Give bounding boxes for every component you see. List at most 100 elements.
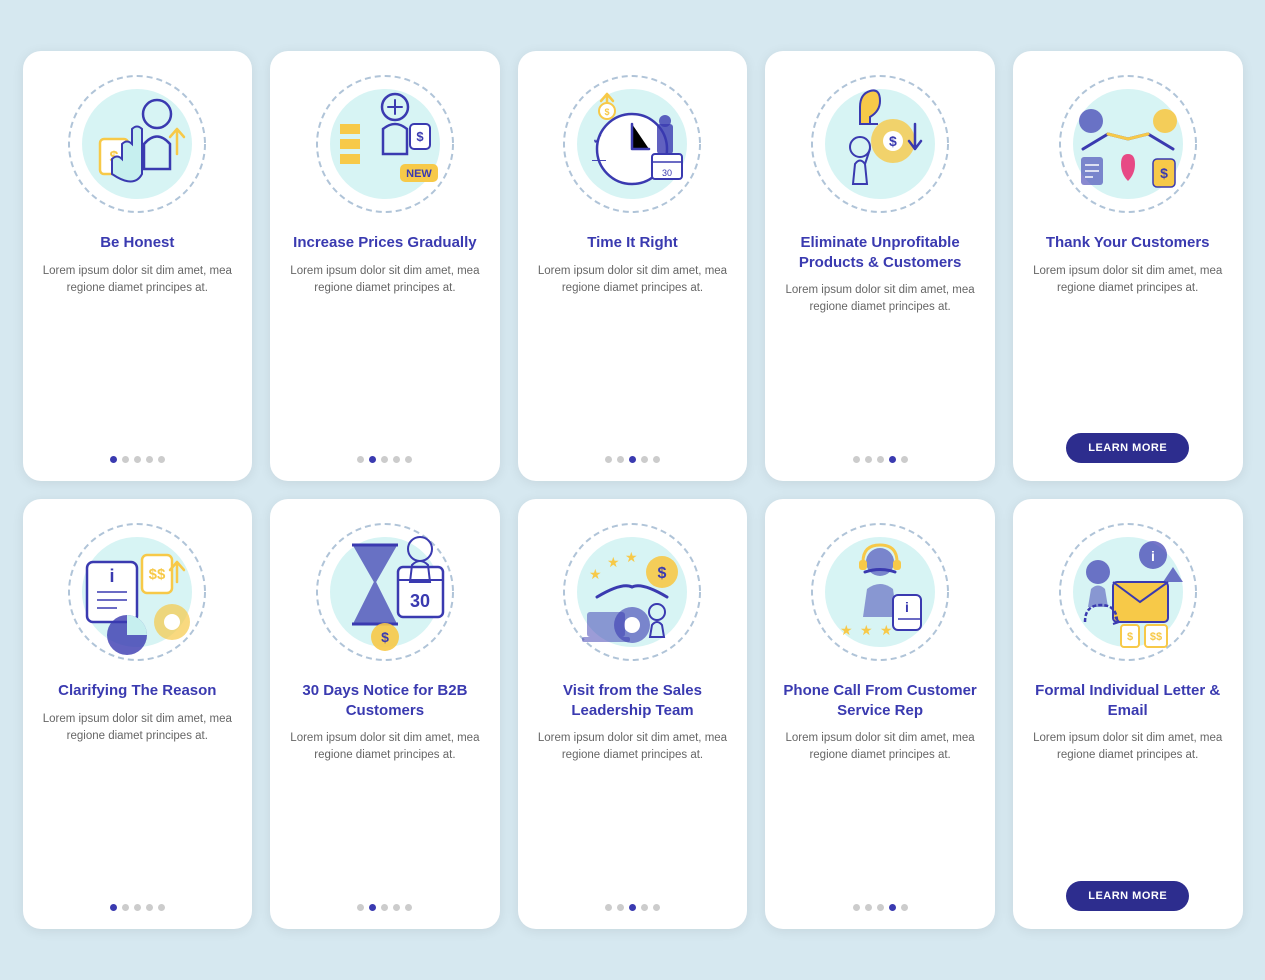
dot-2[interactable] xyxy=(865,456,872,463)
card-dots-30-days-notice xyxy=(357,904,412,911)
dot-3[interactable] xyxy=(629,456,636,463)
svg-text:$: $ xyxy=(605,107,610,117)
card-title-be-honest: Be Honest xyxy=(100,233,174,253)
dot-4[interactable] xyxy=(641,904,648,911)
dot-2[interactable] xyxy=(617,456,624,463)
card-be-honest: $ Be Honest Lorem ipsum dolor sit dim ame… xyxy=(23,51,253,481)
dot-4[interactable] xyxy=(146,456,153,463)
dot-1[interactable] xyxy=(853,456,860,463)
card-body-clarifying-reason: Lorem ipsum dolor sit dim amet, mea regi… xyxy=(37,711,239,893)
dot-2[interactable] xyxy=(369,904,376,911)
svg-text:★: ★ xyxy=(625,549,638,565)
dot-2[interactable] xyxy=(369,456,376,463)
card-formal-letter: i $ $$ Formal Individual Letter & EmailL… xyxy=(1013,499,1243,929)
svg-text:30: 30 xyxy=(410,591,430,611)
dot-5[interactable] xyxy=(653,904,660,911)
card-thank-customers: $ Thank Your Customers Lorem ipsum dolor … xyxy=(1013,51,1243,481)
dot-5[interactable] xyxy=(158,456,165,463)
card-title-thank-customers: Thank Your Customers xyxy=(1046,233,1210,253)
dot-4[interactable] xyxy=(393,456,400,463)
card-dots-clarifying-reason xyxy=(110,904,165,911)
card-body-formal-letter: Lorem ipsum dolor sit dim amet, mea regi… xyxy=(1027,730,1229,869)
dot-1[interactable] xyxy=(853,904,860,911)
dot-1[interactable] xyxy=(357,904,364,911)
card-visit-sales: ★ ★ ★ $ Visit from the Sales Leadership … xyxy=(518,499,748,929)
card-illustration-thank-customers: $ xyxy=(1053,69,1203,219)
dot-3[interactable] xyxy=(134,904,141,911)
card-illustration-visit-sales: ★ ★ ★ $ xyxy=(557,517,707,667)
dot-3[interactable] xyxy=(134,456,141,463)
dot-1[interactable] xyxy=(357,456,364,463)
card-increase-prices: $ NEW Increase Prices GraduallyLorem ips… xyxy=(270,51,500,481)
svg-text:$: $ xyxy=(658,565,667,582)
dot-4[interactable] xyxy=(889,456,896,463)
card-body-time-it-right: Lorem ipsum dolor sit dim amet, mea regi… xyxy=(532,263,734,445)
card-title-30-days-notice: 30 Days Notice for B2B Customers xyxy=(284,681,486,720)
dot-5[interactable] xyxy=(901,456,908,463)
card-body-be-honest: Lorem ipsum dolor sit dim amet, mea regi… xyxy=(37,263,239,445)
svg-text:i: i xyxy=(1151,548,1155,564)
svg-text:$: $ xyxy=(1160,165,1168,181)
dot-3[interactable] xyxy=(629,904,636,911)
card-illustration-increase-prices: $ NEW xyxy=(310,69,460,219)
card-phone-call: i ★ ★ ★ Phone Call From Customer Service… xyxy=(765,499,995,929)
dot-5[interactable] xyxy=(405,904,412,911)
card-dots-increase-prices xyxy=(357,456,412,463)
card-clarifying-reason: i $$ Clarifying The ReasonLorem ipsum do… xyxy=(23,499,253,929)
card-30-days-notice: 30 $ 30 Days Notice for B2B CustomersLor… xyxy=(270,499,500,929)
dot-5[interactable] xyxy=(158,904,165,911)
svg-text:$: $ xyxy=(1127,631,1133,643)
card-illustration-formal-letter: i $ $$ xyxy=(1053,517,1203,667)
dot-1[interactable] xyxy=(110,904,117,911)
svg-text:$$: $$ xyxy=(1150,631,1162,643)
dot-5[interactable] xyxy=(901,904,908,911)
dot-1[interactable] xyxy=(110,456,117,463)
card-time-it-right: $ 30 ✓ — Time It RightLorem ipsum dolor … xyxy=(518,51,748,481)
card-title-eliminate-unprofitable: Eliminate Unprofitable Products & Custom… xyxy=(779,233,981,272)
dot-1[interactable] xyxy=(605,904,612,911)
card-illustration-time-it-right: $ 30 ✓ — xyxy=(557,69,707,219)
dot-2[interactable] xyxy=(122,904,129,911)
card-illustration-be-honest: $ xyxy=(62,69,212,219)
learn-more-button-formal-letter[interactable]: LEARN MORE xyxy=(1066,881,1189,911)
card-illustration-phone-call: i ★ ★ ★ xyxy=(805,517,955,667)
card-dots-visit-sales xyxy=(605,904,660,911)
svg-text:★: ★ xyxy=(880,622,893,638)
card-title-visit-sales: Visit from the Sales Leadership Team xyxy=(532,681,734,720)
dot-1[interactable] xyxy=(605,456,612,463)
dot-2[interactable] xyxy=(122,456,129,463)
dot-3[interactable] xyxy=(877,456,884,463)
svg-text:$: $ xyxy=(416,129,424,144)
card-grid: $ Be Honest Lorem ipsum dolor sit dim ame… xyxy=(23,51,1243,929)
card-dots-time-it-right xyxy=(605,456,660,463)
card-body-thank-customers: Lorem ipsum dolor sit dim amet, mea regi… xyxy=(1027,263,1229,422)
card-illustration-clarifying-reason: i $$ xyxy=(62,517,212,667)
dot-4[interactable] xyxy=(146,904,153,911)
svg-text:✓: ✓ xyxy=(592,131,604,147)
svg-text:★: ★ xyxy=(840,622,853,638)
card-illustration-eliminate-unprofitable: $ xyxy=(805,69,955,219)
svg-text:$: $ xyxy=(889,133,897,149)
svg-text:★: ★ xyxy=(607,554,620,570)
dot-5[interactable] xyxy=(653,456,660,463)
dot-2[interactable] xyxy=(865,904,872,911)
learn-more-button-thank-customers[interactable]: LEARN MORE xyxy=(1066,433,1189,463)
dot-3[interactable] xyxy=(877,904,884,911)
dot-3[interactable] xyxy=(381,456,388,463)
card-body-visit-sales: Lorem ipsum dolor sit dim amet, mea regi… xyxy=(532,730,734,892)
svg-text:i: i xyxy=(110,566,115,586)
card-body-eliminate-unprofitable: Lorem ipsum dolor sit dim amet, mea regi… xyxy=(779,282,981,444)
dot-3[interactable] xyxy=(381,904,388,911)
dot-4[interactable] xyxy=(641,456,648,463)
svg-text:$: $ xyxy=(381,629,389,645)
dot-5[interactable] xyxy=(405,456,412,463)
dot-2[interactable] xyxy=(617,904,624,911)
card-body-phone-call: Lorem ipsum dolor sit dim amet, mea regi… xyxy=(779,730,981,892)
dot-4[interactable] xyxy=(889,904,896,911)
svg-text:★: ★ xyxy=(860,622,873,638)
dot-4[interactable] xyxy=(393,904,400,911)
svg-text:—: — xyxy=(592,151,606,167)
card-dots-phone-call xyxy=(853,904,908,911)
card-body-increase-prices: Lorem ipsum dolor sit dim amet, mea regi… xyxy=(284,263,486,445)
card-dots-eliminate-unprofitable xyxy=(853,456,908,463)
